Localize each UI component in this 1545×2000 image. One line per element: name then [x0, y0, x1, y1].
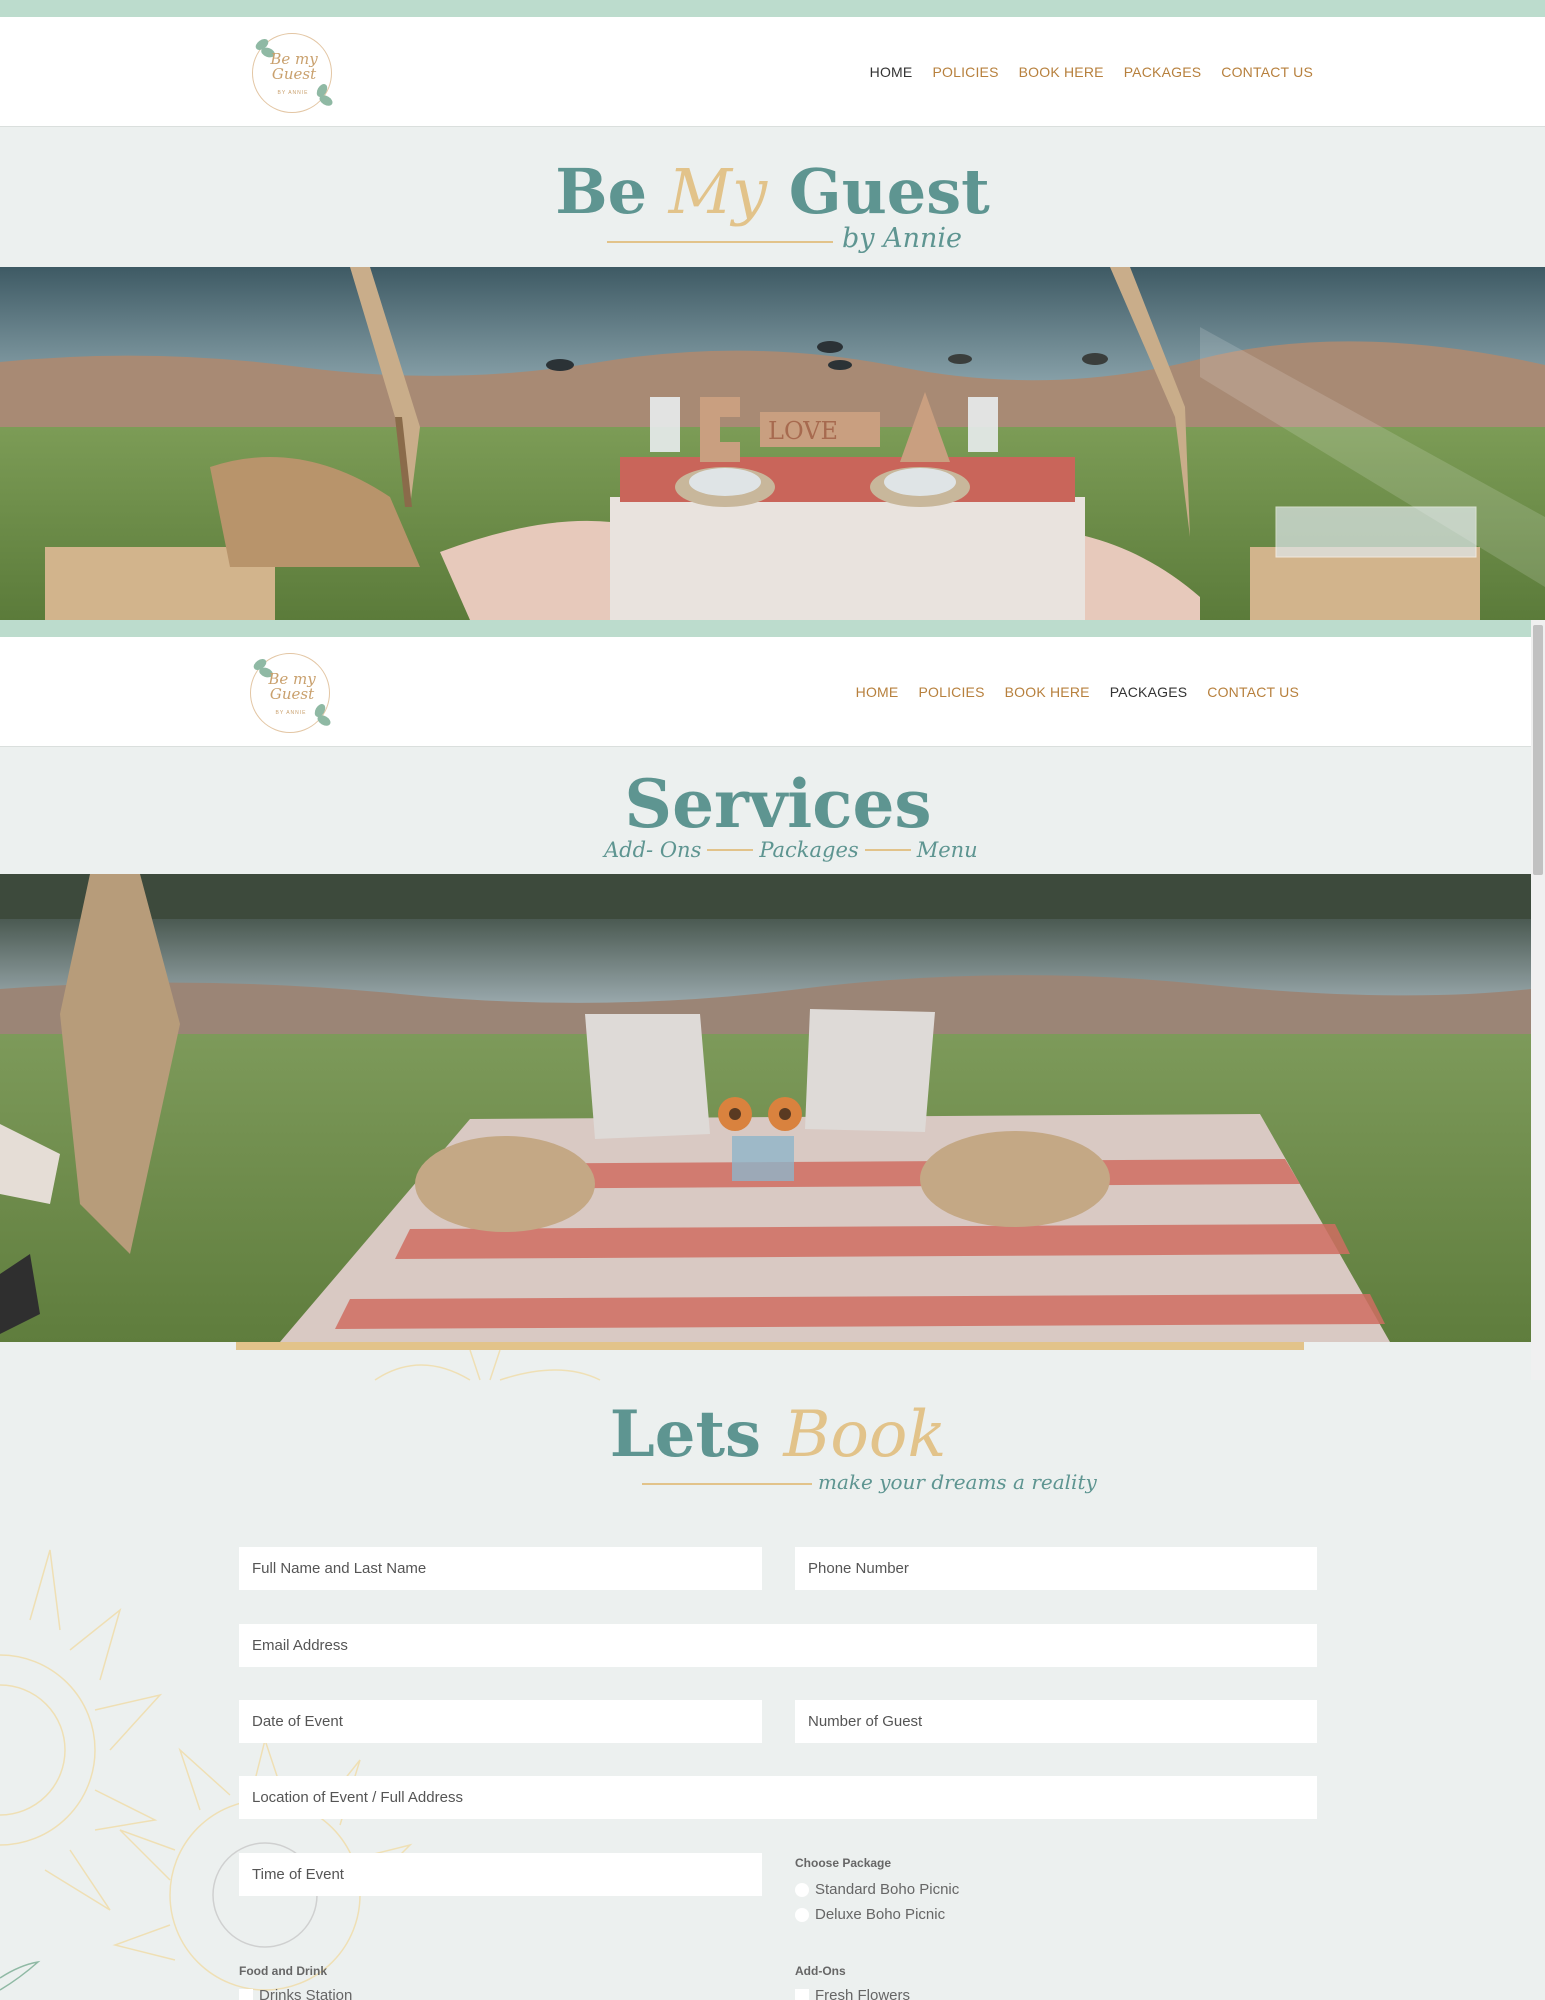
nav-policies[interactable]: POLICIES — [918, 684, 984, 700]
package-option-standard[interactable]: Standard Boho Picnic — [795, 1881, 959, 1898]
package-group-label: Choose Package — [795, 1856, 892, 1870]
top-accent-bar — [0, 0, 1545, 17]
booking-title: Lets Book — [609, 1397, 947, 1472]
love-sign-text: LOVE — [768, 417, 838, 445]
option-label: Deluxe Boho Picnic — [815, 1906, 946, 1923]
nav-contact-us[interactable]: CONTACT US — [1207, 684, 1299, 700]
logo-tagline: BY ANNIE — [275, 710, 307, 716]
hero-image: LOVE — [0, 267, 1545, 620]
food-option-drinks-station[interactable]: Drinks Station — [239, 1987, 352, 2000]
title-accent: My — [668, 155, 768, 228]
logo-tagline: BY ANNIE — [277, 90, 309, 96]
picnic-table-photo: LOVE — [0, 267, 1545, 620]
booking-tagline: make your dreams a reality — [818, 1470, 1097, 1494]
byline: by Annie — [842, 223, 963, 254]
services-sub-addons: Add- Ons — [604, 838, 702, 862]
divider-line — [642, 1483, 812, 1485]
package-option-deluxe[interactable]: Deluxe Boho Picnic — [795, 1906, 945, 1923]
logo-script: Be my Guest — [270, 50, 318, 83]
addon-option-fresh-flowers[interactable]: Fresh Flowers — [795, 1987, 910, 2000]
main-nav: HOME POLICIES BOOK HERE PACKAGES CONTACT… — [870, 64, 1313, 80]
nav-home[interactable]: HOME — [856, 684, 899, 700]
option-label: Fresh Flowers — [815, 1987, 911, 2000]
nav-packages[interactable]: PACKAGES — [1124, 64, 1202, 80]
logo-script: Be my Guest — [268, 670, 316, 703]
guest-count-input[interactable] — [795, 1700, 1317, 1743]
divider-line — [864, 849, 911, 851]
site-header: Be my Guest BY ANNIE HOME POLICIES BOOK … — [0, 17, 1545, 127]
nav-contact-us[interactable]: CONTACT US — [1221, 64, 1313, 80]
site-logo[interactable]: Be my Guest BY ANNIE — [252, 33, 335, 113]
gold-bar — [236, 1342, 1304, 1350]
site-logo-2[interactable]: Be my Guest BY ANNIE — [250, 653, 333, 733]
title-accent: Book — [783, 1398, 947, 1472]
page-title: Be My Guest — [555, 155, 990, 228]
picnic-blanket-photo — [0, 874, 1531, 1342]
nav-policies[interactable]: POLICIES — [932, 64, 998, 80]
services-subtitle: Add- Ons Packages Menu — [604, 838, 978, 862]
site-header-2: Be my Guest BY ANNIE HOME POLICIES BOOK … — [0, 637, 1545, 747]
full-name-input[interactable] — [239, 1547, 762, 1590]
option-label: Drinks Station — [259, 1987, 353, 2000]
radio-button[interactable] — [795, 1907, 809, 1922]
services-sub-menu: Menu — [916, 838, 978, 862]
radio-button[interactable] — [795, 1882, 809, 1897]
nav-book-here[interactable]: BOOK HERE — [1005, 684, 1090, 700]
option-label: Standard Boho Picnic — [815, 1881, 960, 1898]
divider-line — [607, 241, 833, 243]
phone-input[interactable] — [795, 1547, 1317, 1590]
nav-home[interactable]: HOME — [870, 64, 913, 80]
checkbox[interactable] — [239, 1988, 253, 2000]
food-group-label: Food and Drink — [239, 1964, 327, 1978]
main-nav-2: HOME POLICIES BOOK HERE PACKAGES CONTACT… — [856, 684, 1299, 700]
top-accent-bar-2 — [0, 620, 1545, 637]
checkbox[interactable] — [795, 1988, 809, 2000]
services-title: Services — [624, 765, 932, 843]
services-image — [0, 874, 1531, 1342]
email-input[interactable] — [239, 1624, 1317, 1667]
addons-group-label: Add-Ons — [795, 1964, 846, 1978]
nav-packages[interactable]: PACKAGES — [1110, 684, 1188, 700]
location-input[interactable] — [239, 1776, 1317, 1819]
nav-book-here[interactable]: BOOK HERE — [1019, 64, 1104, 80]
event-time-input[interactable] — [239, 1853, 762, 1896]
event-date-input[interactable] — [239, 1700, 762, 1743]
services-sub-packages: Packages — [759, 838, 859, 862]
divider-line — [707, 849, 754, 851]
